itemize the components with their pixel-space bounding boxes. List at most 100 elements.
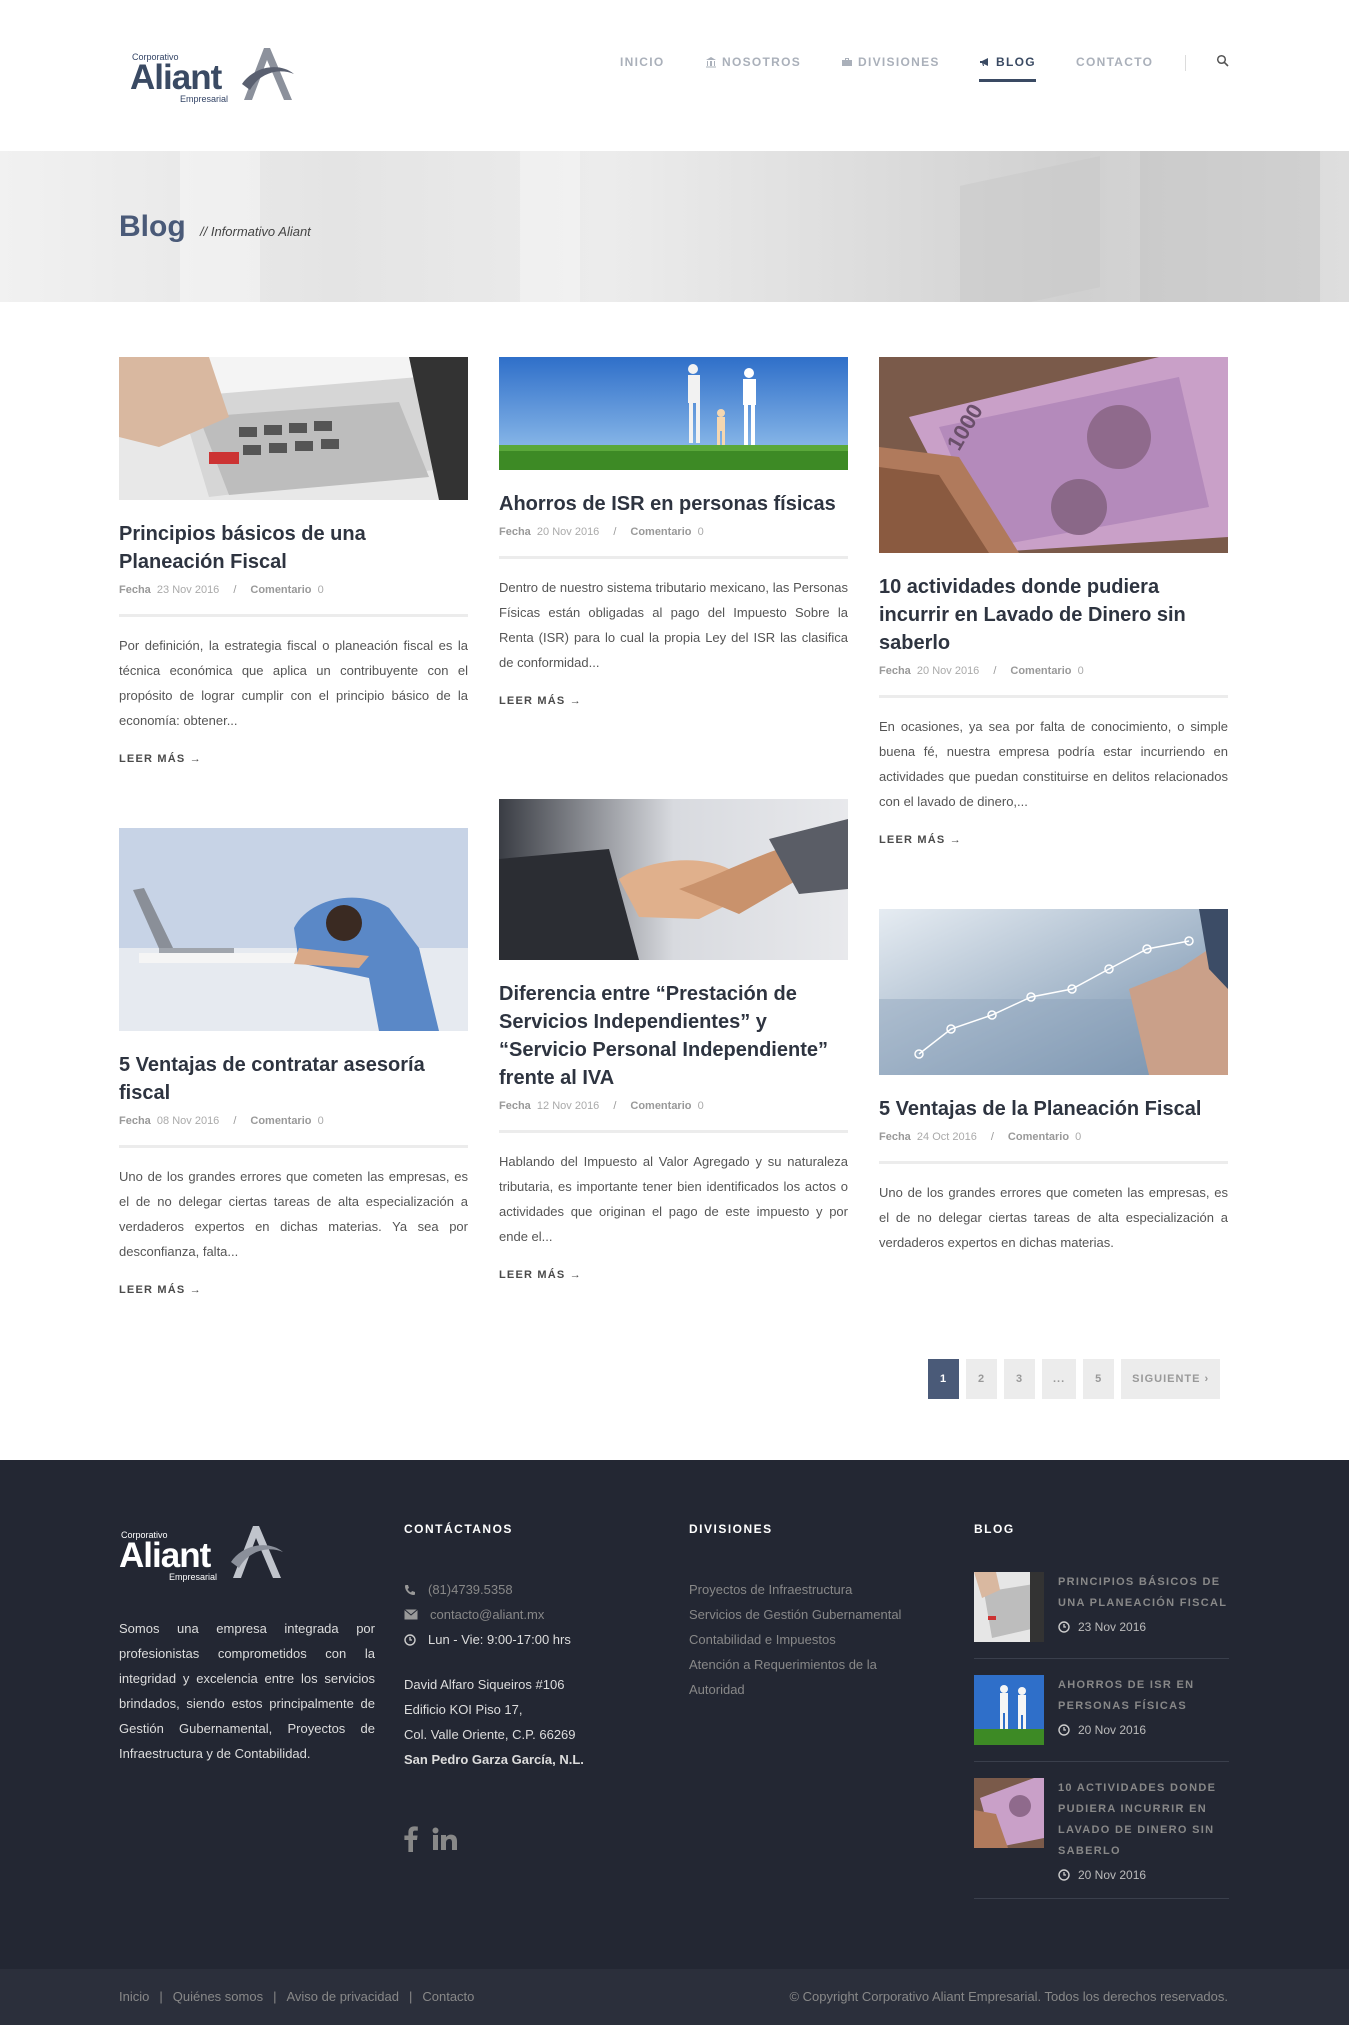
nav-blog[interactable]: BLOG <box>979 55 1036 82</box>
footer-blog-item[interactable]: 10 ACTIVIDADES DONDE PUDIERA INCURRIR EN… <box>974 1778 1229 1899</box>
post-divider <box>499 1130 848 1133</box>
post-image-handshake[interactable] <box>499 799 848 960</box>
read-more-link[interactable]: LEER MÁS → <box>119 753 468 765</box>
post-excerpt: Por definición, la estrategia fiscal o p… <box>119 638 468 728</box>
division-link[interactable]: Atención a Requerimientos de la Autorida… <box>689 1652 929 1702</box>
footer-blog-item-title[interactable]: PRINCIPIOS BÁSICOS DE UNA PLANEACIÓN FIS… <box>1058 1572 1229 1614</box>
post-comments-count: 0 <box>697 1100 704 1112</box>
search-icon[interactable] <box>1216 54 1230 68</box>
division-link[interactable]: Contabilidad e Impuestos <box>689 1627 929 1652</box>
blog-post-card: 1000 10 actividades donde pudiera incurr… <box>879 357 1228 846</box>
footer-blog-date-text: 23 Nov 2016 <box>1078 1620 1147 1634</box>
post-title[interactable]: Principios básicos de una Planeación Fis… <box>119 520 468 576</box>
post-title[interactable]: 10 actividades donde pudiera incurrir en… <box>879 573 1228 657</box>
post-title[interactable]: 5 Ventajas de la Planeación Fiscal <box>879 1095 1228 1123</box>
site-footer: Corporativo Aliant Empresarial Somos una… <box>0 1460 1349 1969</box>
facebook-icon[interactable] <box>404 1826 418 1852</box>
logo-empresarial-text: Empresarial <box>180 94 229 104</box>
page-1-button[interactable]: 1 <box>928 1359 959 1399</box>
nav-inicio[interactable]: INICIO <box>620 55 664 69</box>
footer-hours: Lun - Vie: 9:00-17:00 hrs <box>428 1632 571 1647</box>
megaphone-icon <box>980 58 988 66</box>
post-date: 24 Oct 2016 <box>916 1131 977 1143</box>
post-image-calculator[interactable] <box>119 357 468 500</box>
clock-icon <box>1058 1869 1070 1881</box>
footer-blog-date-text: 20 Nov 2016 <box>1078 1868 1147 1882</box>
link-separator: | <box>159 1989 163 2004</box>
read-more-link[interactable]: LEER MÁS → <box>499 1269 848 1281</box>
post-date: 12 Nov 2016 <box>536 1100 600 1112</box>
post-excerpt: Uno de los grandes errores que cometen l… <box>879 1185 1228 1250</box>
footer-blog-item[interactable]: PRINCIPIOS BÁSICOS DE UNA PLANEACIÓN FIS… <box>974 1572 1229 1659</box>
footer-phone[interactable]: (81)4739.5358 <box>428 1582 513 1597</box>
footer-blog-thumb[interactable] <box>974 1778 1044 1848</box>
footer-divisions-title: DIVISIONES <box>689 1522 773 1536</box>
footer-address: David Alfaro Siqueiros #106 Edificio KOI… <box>404 1672 584 1772</box>
page-2-button[interactable]: 2 <box>966 1359 997 1399</box>
page-3-button[interactable]: 3 <box>1004 1359 1035 1399</box>
post-title[interactable]: Diferencia entre “Prestación de Servicio… <box>499 980 848 1092</box>
post-date-label: Fecha <box>119 584 151 596</box>
nav-contacto-label: CONTACTO <box>1076 55 1154 69</box>
logo-name-text: Aliant <box>130 58 222 97</box>
footer-blog-item-title[interactable]: AHORROS DE ISR EN PERSONAS FÍSICAS <box>1058 1675 1229 1717</box>
bottom-link-quienes-somos[interactable]: Quiénes somos <box>173 1989 263 2004</box>
post-image-money[interactable]: 1000 <box>879 357 1228 553</box>
phone-icon <box>405 1584 415 1595</box>
post-image-family[interactable] <box>499 357 848 470</box>
next-page-button[interactable]: SIGUIENTE › <box>1121 1359 1221 1399</box>
nav-inicio-label: INICIO <box>620 55 665 69</box>
page-subtitle: // Informativo Aliant <box>200 224 311 239</box>
page-title: Blog <box>119 210 186 243</box>
address-line: David Alfaro Siqueiros #106 <box>404 1677 565 1692</box>
post-comments-count: 0 <box>1075 1131 1082 1143</box>
footer-blog-item-date: 23 Nov 2016 <box>1058 1620 1229 1634</box>
page-5-button[interactable]: 5 <box>1083 1359 1115 1399</box>
site-header: Corporativo Aliant Empresarial INICIO NO… <box>0 0 1349 151</box>
address-city: San Pedro Garza García, N.L. <box>404 1752 584 1767</box>
post-excerpt: Dentro de nuestro sistema tributario mex… <box>499 580 848 670</box>
footer-blog-item-date: 20 Nov 2016 <box>1058 1723 1229 1737</box>
footer-blog-item-date: 20 Nov 2016 <box>1058 1868 1229 1882</box>
bottom-link-contacto[interactable]: Contacto <box>422 1989 474 2004</box>
post-comments-count: 0 <box>697 526 704 538</box>
linkedin-icon[interactable] <box>432 1827 458 1851</box>
blog-post-card: 5 Ventajas de contratar asesoría fiscal … <box>119 828 468 1296</box>
clock-icon <box>1058 1724 1070 1736</box>
footer-blog-thumb[interactable] <box>974 1572 1044 1642</box>
footer-blog-date-text: 20 Nov 2016 <box>1078 1723 1147 1737</box>
logo-name-text: Aliant <box>119 1536 211 1575</box>
post-image-growth-graph[interactable] <box>879 909 1228 1075</box>
site-logo[interactable]: Corporativo Aliant Empresarial <box>130 44 296 104</box>
post-comments-label: Comentario <box>630 1100 692 1112</box>
bottom-bar: Inicio | Quiénes somos | Aviso de privac… <box>0 1969 1349 2025</box>
read-more-link[interactable]: LEER MÁS → <box>879 834 1228 846</box>
post-comments-label: Comentario <box>1007 1131 1070 1143</box>
bottom-link-aviso-privacidad[interactable]: Aviso de privacidad <box>286 1989 399 2004</box>
bottom-link-inicio[interactable]: Inicio <box>119 1989 149 2004</box>
read-more-link[interactable]: LEER MÁS → <box>499 695 848 707</box>
footer-blog-item[interactable]: AHORROS DE ISR EN PERSONAS FÍSICAS 20 No… <box>974 1675 1229 1762</box>
division-link[interactable]: Proyectos de Infraestructura <box>689 1577 929 1602</box>
post-date-label: Fecha <box>499 1100 531 1112</box>
footer-logo[interactable]: Corporativo Aliant Empresarial <box>119 1522 285 1582</box>
post-date: 08 Nov 2016 <box>156 1115 220 1127</box>
clock-icon <box>404 1633 416 1646</box>
footer-email[interactable]: contacto@aliant.mx <box>430 1607 544 1622</box>
post-divider <box>879 1161 1228 1164</box>
footer-contact-list: (81)4739.5358 contacto@aliant.mx Lun - V… <box>404 1577 571 1652</box>
division-link[interactable]: Servicios de Gestión Gubernamental <box>689 1602 929 1627</box>
post-image-tired-worker[interactable] <box>119 828 468 1031</box>
post-divider <box>879 695 1228 698</box>
nav-nosotros[interactable]: NOSOTROS <box>705 55 801 69</box>
footer-divisions-list: Proyectos de Infraestructura Servicios d… <box>689 1577 929 1702</box>
post-title[interactable]: Ahorros de ISR en personas físicas <box>499 490 848 518</box>
footer-social <box>404 1826 458 1852</box>
post-title[interactable]: 5 Ventajas de contratar asesoría fiscal <box>119 1051 468 1107</box>
nav-contacto[interactable]: CONTACTO <box>1076 55 1153 69</box>
footer-blog-item-title[interactable]: 10 ACTIVIDADES DONDE PUDIERA INCURRIR EN… <box>1058 1778 1229 1862</box>
post-date-label: Fecha <box>879 665 911 677</box>
read-more-link[interactable]: LEER MÁS → <box>119 1284 468 1296</box>
nav-divisiones[interactable]: DIVISIONES <box>841 55 940 69</box>
footer-blog-thumb[interactable] <box>974 1675 1044 1745</box>
